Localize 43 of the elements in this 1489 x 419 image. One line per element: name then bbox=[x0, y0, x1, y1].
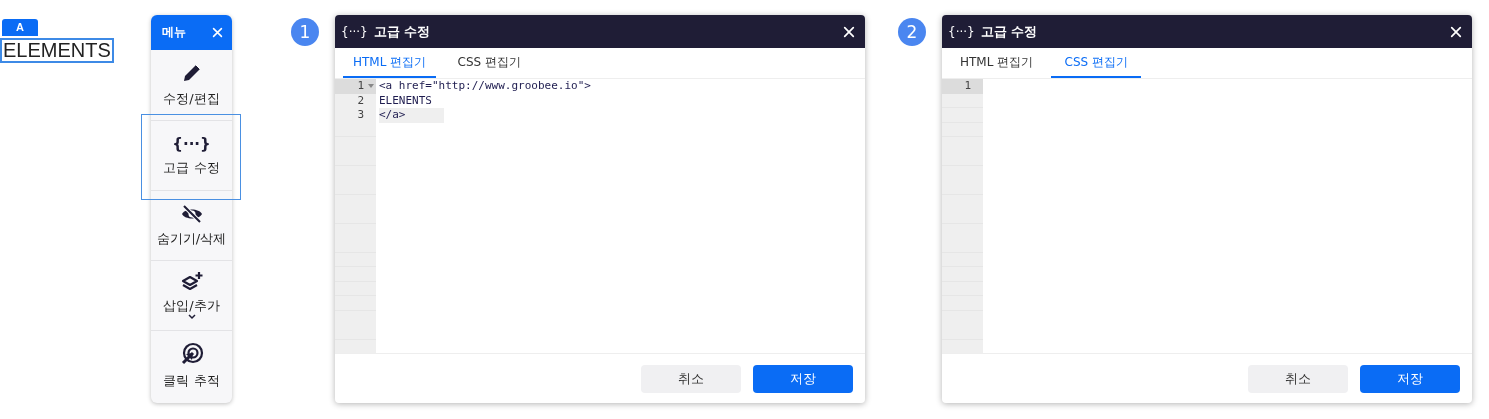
editor-tab[interactable]: CSS 편집기 bbox=[444, 48, 535, 78]
dialog-title: 고급 수정 bbox=[980, 22, 1039, 41]
line-number: 1 bbox=[964, 79, 971, 92]
menu-item[interactable]: 삽입/추가 bbox=[151, 260, 232, 330]
eye-slash-icon bbox=[179, 203, 204, 224]
save-button[interactable]: 저장 bbox=[1360, 364, 1460, 393]
menu-item[interactable]: 숨기기/삭제 bbox=[151, 190, 232, 260]
layers-plus-icon bbox=[179, 271, 204, 293]
menu-item-label: 수정/편집 bbox=[163, 90, 220, 108]
code-line: </a> bbox=[379, 108, 406, 121]
cancel-button[interactable]: 취소 bbox=[1248, 364, 1348, 393]
step-badge: 2 bbox=[898, 18, 926, 46]
menu-title: 메뉴 bbox=[162, 24, 186, 41]
element-tag: A bbox=[2, 19, 38, 36]
menu-item-label: 숨기기/삭제 bbox=[156, 229, 227, 248]
save-button[interactable]: 저장 bbox=[753, 364, 853, 393]
code-braces-icon: {···} bbox=[341, 24, 368, 39]
dialog-title: 고급 수정 bbox=[373, 22, 432, 41]
line-number: 2 bbox=[357, 93, 364, 107]
menu-item[interactable]: 수정/편집 bbox=[151, 50, 232, 120]
line-number: 1 bbox=[357, 79, 364, 92]
menu-item[interactable]: 클릭 추적 bbox=[151, 330, 232, 400]
editor-tab[interactable]: CSS 편집기 bbox=[1051, 48, 1142, 78]
close-button[interactable] bbox=[843, 25, 855, 38]
editor-tab[interactable]: HTML 편집기 bbox=[950, 48, 1044, 78]
line-number: 3 bbox=[357, 108, 364, 121]
fold-arrow-icon bbox=[368, 84, 374, 88]
caret-icon bbox=[187, 314, 196, 320]
code-line: <a href="http://www.groobee.io"> bbox=[379, 79, 591, 92]
click-target-icon bbox=[179, 341, 204, 366]
code-braces-icon: {···} bbox=[172, 134, 211, 153]
step-badge: 1 bbox=[291, 18, 319, 46]
menu-item-label: 삽입/추가 bbox=[163, 297, 220, 315]
cancel-button[interactable]: 취소 bbox=[641, 364, 741, 393]
code-braces-icon: {···} bbox=[948, 24, 975, 39]
selected-element: ELEMENTS bbox=[0, 38, 114, 63]
code-line: ELENENTS bbox=[379, 93, 432, 107]
close-button[interactable] bbox=[1450, 25, 1462, 38]
close-icon bbox=[843, 25, 855, 38]
close-icon bbox=[1450, 25, 1462, 38]
close-icon bbox=[212, 27, 223, 38]
menu-item-label: 클릭 추적 bbox=[163, 371, 220, 390]
menu-item-label: 고급 수정 bbox=[163, 158, 220, 177]
